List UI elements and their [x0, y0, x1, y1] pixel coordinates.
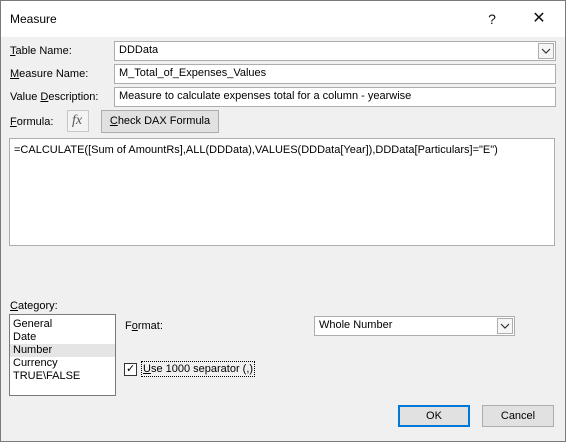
dialog-title: Measure	[10, 12, 57, 26]
checkmark-icon: ✓	[126, 362, 136, 375]
function-icon: fx	[72, 113, 83, 128]
formula-label: Formula:	[10, 116, 54, 128]
format-value: Whole Number	[319, 319, 393, 331]
list-item-general[interactable]: General	[10, 318, 115, 331]
measure-name-value: M_Total_of_Expenses_Values	[119, 67, 267, 79]
format-label: Format:	[125, 320, 163, 332]
list-item-currency[interactable]: Currency	[10, 357, 115, 370]
table-name-label: Table Name:	[10, 45, 72, 57]
list-item-number[interactable]: Number	[10, 344, 115, 357]
use-1000-separator-checkbox[interactable]: ✓	[124, 362, 137, 376]
chevron-down-icon[interactable]	[538, 43, 554, 59]
ok-button[interactable]: OK	[398, 405, 470, 427]
value-description-label: Value Description:	[10, 91, 99, 103]
close-button[interactable]: ✕	[524, 5, 554, 33]
category-listbox[interactable]: General Date Number Currency TRUE\FALSE	[9, 314, 116, 396]
chevron-down-icon[interactable]	[497, 318, 513, 334]
table-name-value: DDData	[119, 44, 159, 56]
measure-name-label: Measure Name:	[10, 68, 89, 80]
format-select[interactable]: Whole Number	[314, 316, 515, 336]
check-dax-formula-button[interactable]: Check DAX Formula	[101, 110, 219, 133]
title-bar: Measure ? ✕	[1, 1, 565, 37]
category-label: Category:	[10, 300, 58, 312]
formula-text: =CALCULATE([Sum of AmountRs],ALL(DDData)…	[14, 144, 498, 156]
list-item-date[interactable]: Date	[10, 331, 115, 344]
formula-editor[interactable]: =CALCULATE([Sum of AmountRs],ALL(DDData)…	[9, 138, 555, 246]
value-description-value: Measure to calculate expenses total for …	[119, 90, 412, 102]
help-button[interactable]: ?	[477, 5, 507, 33]
list-item-true-false[interactable]: TRUE\FALSE	[10, 370, 115, 383]
value-description-input[interactable]: Measure to calculate expenses total for …	[114, 87, 556, 107]
use-1000-separator-label[interactable]: Use 1000 separator (,)	[140, 361, 256, 377]
table-name-combo[interactable]: DDData	[114, 41, 556, 61]
measure-name-input[interactable]: M_Total_of_Expenses_Values	[114, 64, 556, 84]
measure-dialog: Measure ? ✕ Table Name: DDData Measure N…	[0, 0, 566, 442]
cancel-button[interactable]: Cancel	[482, 405, 554, 427]
fx-button[interactable]: fx	[67, 110, 89, 132]
